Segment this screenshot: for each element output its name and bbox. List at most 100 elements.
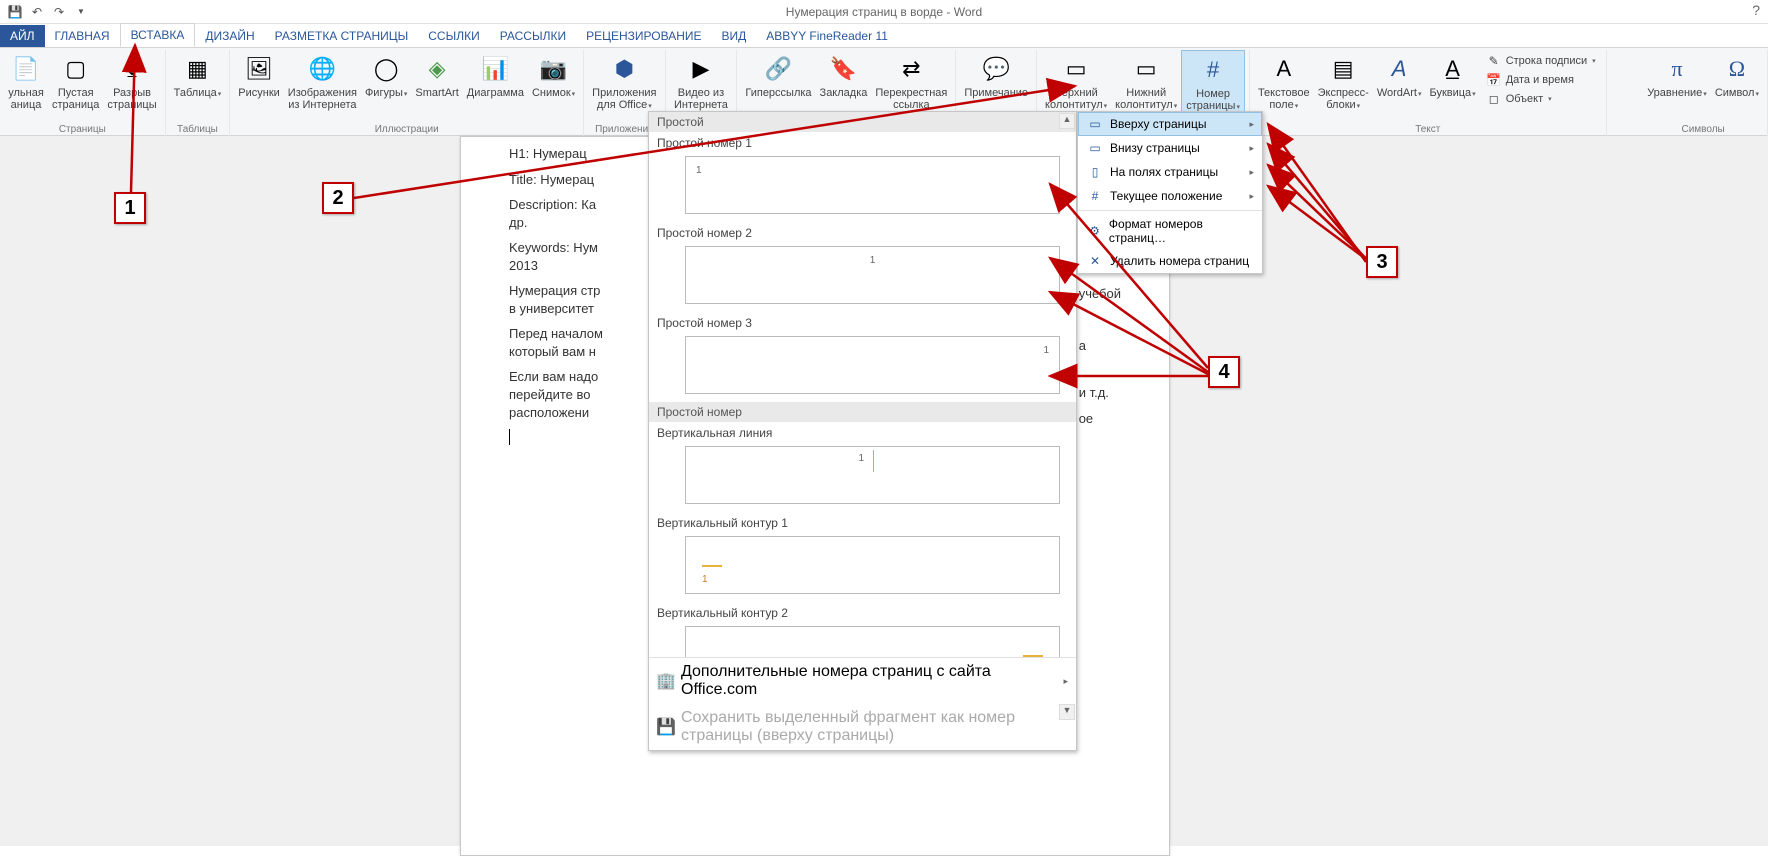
menu-current-position[interactable]: #Текущее положение▸: [1078, 184, 1262, 208]
menu-bottom-of-page[interactable]: ▭Внизу страницы▸: [1078, 136, 1262, 160]
remove-icon: ✕: [1086, 253, 1104, 269]
textbox-button[interactable]: AТекстовое поле▾: [1254, 50, 1314, 120]
bookmark-button[interactable]: 🔖Закладка: [816, 50, 872, 120]
video-icon: ▶: [685, 53, 717, 85]
pictures-button[interactable]: 🖼Рисунки: [234, 50, 284, 120]
gallery-item-label: Вертикальный контур 1: [649, 512, 1076, 534]
smartart-icon: ◈: [421, 53, 453, 85]
date-time-button[interactable]: 📅Дата и время: [1484, 71, 1598, 89]
footer-icon: ▭: [1130, 53, 1162, 85]
undo-icon[interactable]: ↶: [26, 1, 48, 23]
group-illustrations-label: Иллюстрации: [234, 124, 579, 136]
shapes-button[interactable]: ◯Фигуры▾: [361, 50, 411, 120]
page-number-icon: #: [1197, 54, 1229, 86]
tab-references[interactable]: ССЫЛКИ: [418, 25, 489, 47]
equation-icon: π: [1661, 53, 1693, 85]
object-button[interactable]: ◻Объект▾: [1484, 90, 1598, 108]
tab-design[interactable]: ДИЗАЙН: [195, 25, 264, 47]
dropcap-button[interactable]: A̲Буквица▾: [1425, 50, 1479, 120]
callout-3: 3: [1366, 246, 1398, 278]
apps-icon: ⬢: [608, 53, 640, 85]
page-break-button[interactable]: ⤓Разрыв страницы: [103, 50, 160, 120]
tab-abbyy[interactable]: ABBYY FineReader 11: [756, 25, 898, 47]
gallery-item-label: Простой номер 3: [649, 312, 1076, 334]
callout-1: 1: [114, 192, 146, 224]
bookmark-icon: 🔖: [827, 53, 859, 85]
quick-parts-icon: ▤: [1327, 53, 1359, 85]
qat-dropdown-icon[interactable]: ▼: [70, 1, 92, 23]
gallery-item-vertical-line[interactable]: 1: [685, 446, 1060, 504]
save-icon: 💾: [657, 719, 675, 735]
menu-remove-page-numbers[interactable]: ✕Удалить номера страниц: [1078, 249, 1262, 273]
format-icon: ⚙: [1086, 223, 1103, 239]
screenshot-icon: 📷: [538, 53, 570, 85]
scroll-up-icon[interactable]: ▲: [1059, 113, 1075, 129]
table-button[interactable]: ▦Таблица▾: [170, 50, 226, 120]
group-pages-label: Страницы: [4, 124, 161, 136]
menu-format-page-numbers[interactable]: ⚙Формат номеров страниц…: [1078, 213, 1262, 249]
menu-top-of-page[interactable]: ▭Вверху страницы▸: [1078, 112, 1262, 136]
tab-layout[interactable]: РАЗМЕТКА СТРАНИЦЫ: [265, 25, 419, 47]
page-break-icon: ⤓: [116, 53, 148, 85]
quick-parts-button[interactable]: ▤Экспресс- блоки▾: [1314, 50, 1373, 120]
symbol-icon: Ω: [1721, 53, 1753, 85]
wordart-button[interactable]: AWordArt▾: [1373, 50, 1426, 120]
cursor-icon: #: [1086, 188, 1104, 204]
help-icon[interactable]: ?: [1752, 2, 1760, 18]
pictures-icon: 🖼: [243, 53, 275, 85]
cover-page-button[interactable]: 📄ульная аница: [4, 50, 48, 120]
gallery-item-vertical-contour-2[interactable]: [685, 626, 1060, 657]
tab-file[interactable]: АЙЛ: [0, 25, 45, 47]
gallery-item-simple-2[interactable]: 1: [685, 246, 1060, 304]
symbol-button[interactable]: ΩСимвол▾: [1711, 50, 1763, 120]
gallery-item-vertical-contour-1[interactable]: [685, 536, 1060, 594]
equation-button[interactable]: πУравнение▾: [1643, 50, 1711, 120]
object-icon: ◻: [1486, 91, 1502, 107]
page-number-button[interactable]: #Номер страницы▾: [1181, 50, 1245, 120]
smartart-button[interactable]: ◈SmartArt: [411, 50, 462, 120]
tab-home[interactable]: ГЛАВНАЯ: [45, 25, 120, 47]
gallery-item-simple-1[interactable]: 1: [685, 156, 1060, 214]
blank-page-icon: ▢: [60, 53, 92, 85]
cross-reference-button[interactable]: ⇄Перекрестная ссылка: [871, 50, 951, 120]
page-number-gallery: Простой Простой номер 1 1 Простой номер …: [648, 111, 1077, 751]
online-pictures-icon: 🌐: [306, 53, 338, 85]
gallery-item-simple-3[interactable]: 1: [685, 336, 1060, 394]
cover-page-icon: 📄: [10, 53, 42, 85]
group-symbols-label: Символы: [1643, 124, 1763, 136]
online-pictures-button[interactable]: 🌐Изображения из Интернета: [284, 50, 361, 120]
tab-review[interactable]: РЕЦЕНЗИРОВАНИЕ: [576, 25, 711, 47]
signature-line-button[interactable]: ✎Строка подписи▾: [1484, 52, 1598, 70]
chart-button[interactable]: 📊Диаграмма: [463, 50, 528, 120]
header-button[interactable]: ▭Верхний колонтитул▾: [1041, 50, 1111, 120]
callout-2: 2: [322, 182, 354, 214]
gallery-group-header: Простой номер: [649, 402, 1076, 422]
save-selection-button: 💾Сохранить выделенный фрагмент как номер…: [649, 704, 1076, 750]
chart-icon: 📊: [479, 53, 511, 85]
redo-icon[interactable]: ↷: [48, 1, 70, 23]
tab-insert[interactable]: ВСТАВКА: [120, 23, 196, 47]
group-text-label: Текст: [1254, 124, 1602, 136]
tab-view[interactable]: ВИД: [712, 25, 757, 47]
save-icon[interactable]: 💾: [4, 1, 26, 23]
group-tables-label: Таблицы: [170, 124, 226, 136]
shapes-icon: ◯: [370, 53, 402, 85]
menu-page-margins[interactable]: ▯На полях страницы▸: [1078, 160, 1262, 184]
hyperlink-button[interactable]: 🔗Гиперссылка: [741, 50, 815, 120]
more-page-numbers-button[interactable]: 🏢Дополнительные номера страниц с сайта O…: [649, 658, 1076, 704]
dropcap-icon: A̲: [1437, 53, 1469, 85]
screenshot-button[interactable]: 📷Снимок▾: [528, 50, 579, 120]
apps-button[interactable]: ⬢Приложения для Office▾: [588, 50, 660, 120]
online-video-button[interactable]: ▶Видео из Интернета: [670, 50, 732, 120]
ribbon-tabs: АЙЛ ГЛАВНАЯ ВСТАВКА ДИЗАЙН РАЗМЕТКА СТРА…: [0, 24, 1768, 48]
comment-button[interactable]: 💬Примечание: [960, 50, 1032, 120]
footer-button[interactable]: ▭Нижний колонтитул▾: [1111, 50, 1181, 120]
tab-mailings[interactable]: РАССЫЛКИ: [490, 25, 576, 47]
hyperlink-icon: 🔗: [762, 53, 794, 85]
gallery-scrollbar[interactable]: ▲ ▼: [1059, 113, 1075, 720]
gallery-item-label: Простой номер 2: [649, 222, 1076, 244]
blank-page-button[interactable]: ▢Пустая страница: [48, 50, 103, 120]
gallery-header: Простой: [649, 112, 1076, 132]
page-margin-icon: ▯: [1086, 164, 1104, 180]
textbox-icon: A: [1268, 53, 1300, 85]
